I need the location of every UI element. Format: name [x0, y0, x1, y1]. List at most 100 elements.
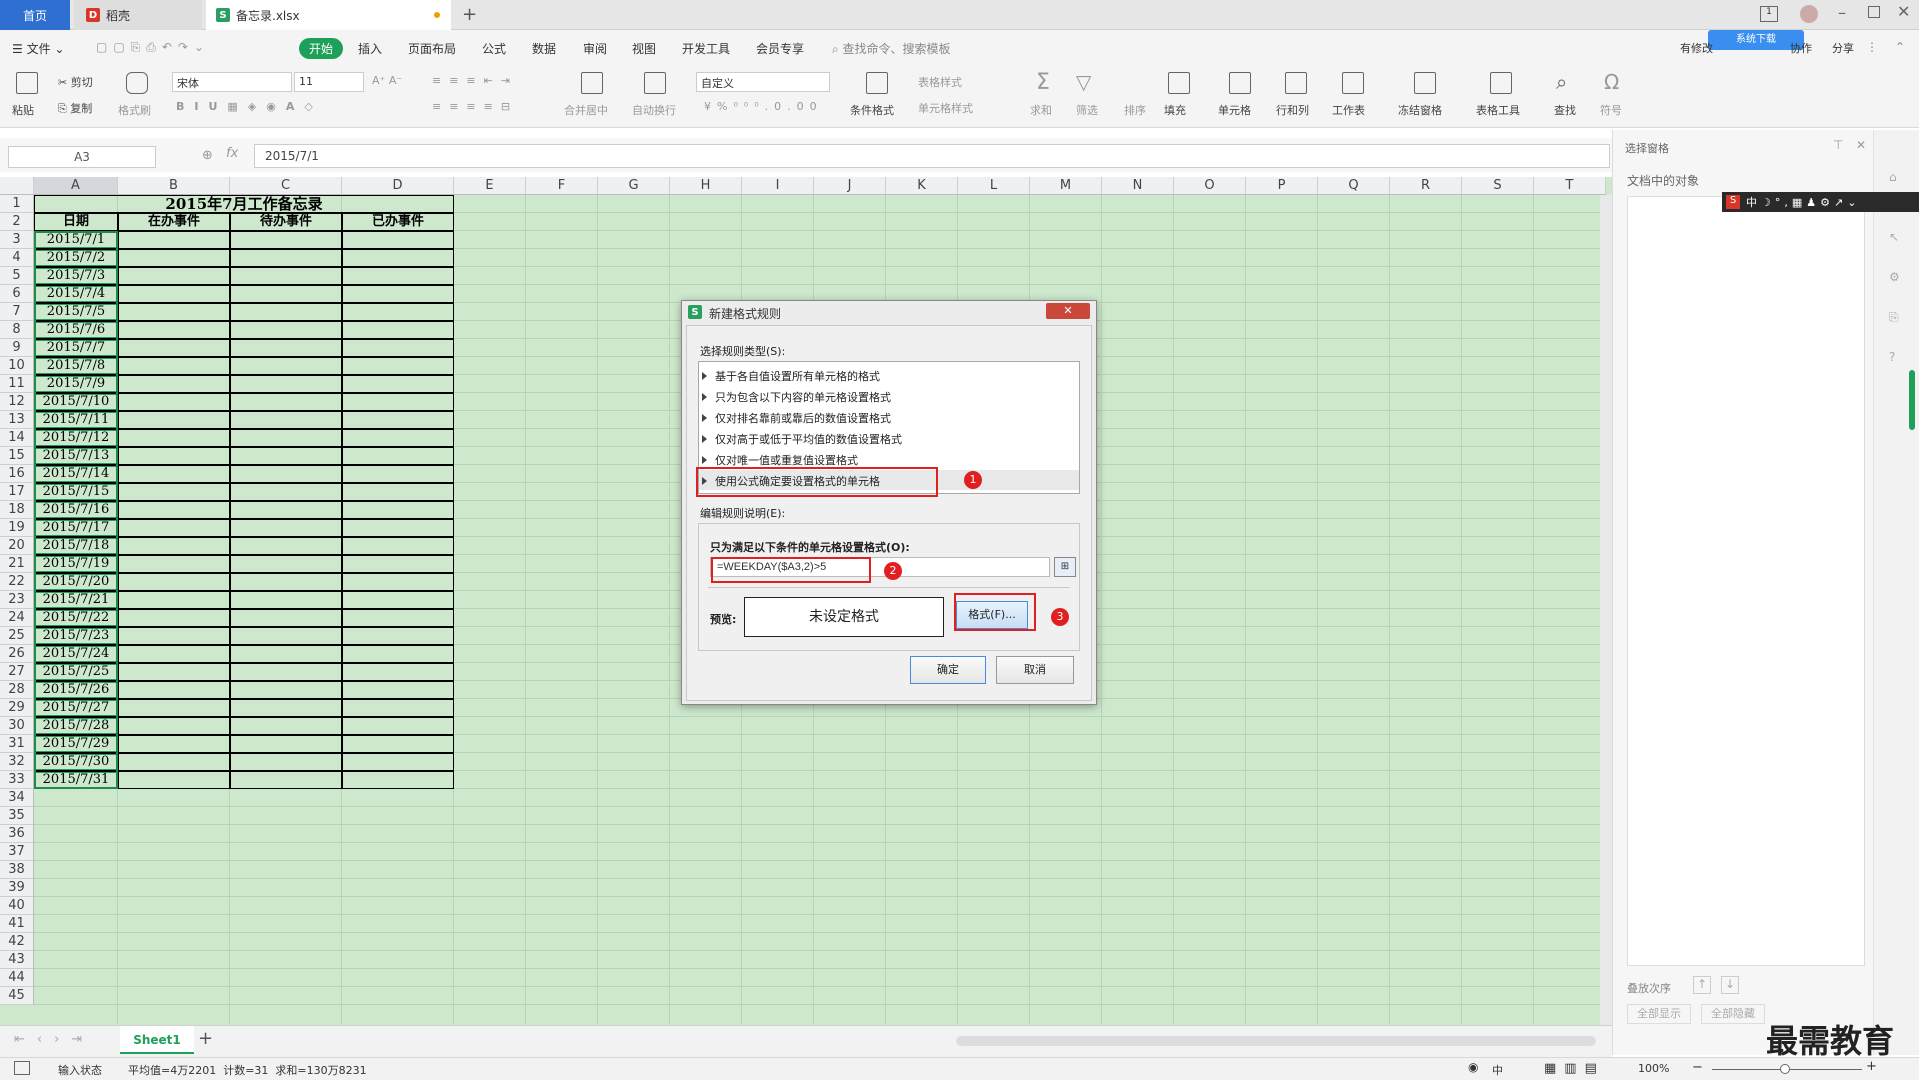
row-header-39[interactable]: 39 — [0, 879, 34, 897]
row-header-16[interactable]: 16 — [0, 465, 34, 483]
table-cell[interactable] — [342, 411, 454, 429]
table-cell[interactable] — [118, 717, 230, 735]
cond-format-button[interactable]: 条件格式 — [850, 102, 894, 118]
table-cell[interactable] — [342, 447, 454, 465]
side-share-icon[interactable]: ⎘ — [1889, 310, 1899, 325]
format-painter-icon[interactable] — [126, 72, 148, 94]
menu-page-layout[interactable]: 页面布局 — [408, 40, 456, 57]
copy-button[interactable]: ⎘ 复制 — [58, 100, 92, 116]
cond-format-icon[interactable] — [866, 72, 888, 94]
table-cell[interactable] — [230, 645, 342, 663]
align-bottom-icons[interactable]: ≡≡≡≡⊟ — [432, 100, 518, 113]
table-cell[interactable] — [230, 303, 342, 321]
name-box[interactable]: A3 — [8, 146, 156, 168]
row-header-2[interactable]: 2 — [0, 213, 34, 231]
menu-developer[interactable]: 开发工具 — [682, 40, 730, 57]
status-ime[interactable]: 中 — [1492, 1062, 1503, 1078]
row-header-18[interactable]: 18 — [0, 501, 34, 519]
table-cell[interactable] — [230, 537, 342, 555]
table-cell[interactable] — [118, 267, 230, 285]
table-cell[interactable] — [118, 375, 230, 393]
font-size-select[interactable]: 11 — [294, 72, 364, 92]
table-cell[interactable] — [342, 609, 454, 627]
font-style-icons[interactable]: BIU▦◈◉A◇ — [176, 100, 323, 113]
table-cell[interactable] — [230, 249, 342, 267]
row-header-25[interactable]: 25 — [0, 627, 34, 645]
row-header-34[interactable]: 34 — [0, 789, 34, 807]
dialog-close-icon[interactable]: ✕ — [1046, 303, 1090, 319]
row-header-3[interactable]: 3 — [0, 231, 34, 249]
table-cell[interactable] — [230, 663, 342, 681]
column-header-h[interactable]: H — [670, 177, 742, 195]
table-cell[interactable] — [342, 717, 454, 735]
row-header-40[interactable]: 40 — [0, 897, 34, 915]
table-header-cell[interactable]: 已办事件 — [342, 213, 454, 231]
rule-item-2[interactable]: 只为包含以下内容的单元格设置格式 — [702, 389, 891, 405]
menu-formula[interactable]: 公式 — [482, 40, 506, 57]
table-cell[interactable] — [342, 753, 454, 771]
table-cell[interactable] — [342, 375, 454, 393]
table-cell[interactable] — [118, 249, 230, 267]
freeze-button[interactable]: 冻结窗格 — [1398, 102, 1442, 118]
column-header-i[interactable]: I — [742, 177, 814, 195]
filter-icon[interactable]: ▽ — [1076, 70, 1091, 94]
number-format-icons[interactable]: ¥%⁰⁰⁰.0.00 — [704, 100, 823, 113]
sum-button[interactable]: 求和 — [1030, 102, 1052, 118]
fx-icon[interactable]: fx — [226, 146, 238, 161]
table-cell[interactable] — [118, 771, 230, 789]
cell-style-button[interactable]: 单元格样式 — [918, 100, 973, 116]
table-cell[interactable] — [230, 483, 342, 501]
rule-item-1[interactable]: 基于各自值设置所有单元格的格式 — [702, 368, 880, 384]
fill-button[interactable]: 填充 — [1164, 102, 1186, 118]
column-header-q[interactable]: Q — [1318, 177, 1390, 195]
cell-button[interactable]: 单元格 — [1218, 102, 1251, 118]
align-top-icons[interactable]: ≡≡≡⇤⇥ — [432, 74, 518, 87]
find-icon[interactable]: ⌕ — [1556, 70, 1567, 94]
row-header-45[interactable]: 45 — [0, 987, 34, 1005]
range-picker-icon[interactable]: ⊞ — [1054, 557, 1076, 577]
show-all-button[interactable]: 全部显示 — [1627, 1004, 1691, 1024]
wrap-button[interactable]: 自动换行 — [632, 102, 676, 118]
menu-member[interactable]: 会员专享 — [756, 40, 804, 57]
table-cell[interactable] — [230, 681, 342, 699]
table-cell[interactable] — [118, 411, 230, 429]
table-cell[interactable] — [342, 465, 454, 483]
column-header-n[interactable]: N — [1102, 177, 1174, 195]
dialog-titlebar[interactable]: S 新建格式规则 ✕ — [682, 301, 1096, 323]
table-cell[interactable] — [118, 591, 230, 609]
zoom-out-icon[interactable]: − — [1692, 1060, 1703, 1075]
column-header-g[interactable]: G — [598, 177, 670, 195]
row-header-31[interactable]: 31 — [0, 735, 34, 753]
sheet-nav-icons[interactable]: ⇤‹›⇥ — [14, 1032, 94, 1047]
menu-file[interactable]: ☰ 文件 ⌄ — [12, 40, 64, 57]
table-cell[interactable] — [342, 771, 454, 789]
tab-file[interactable]: S 备忘录.xlsx — [206, 0, 451, 30]
row-header-1[interactable]: 1 — [0, 195, 34, 213]
table-cell[interactable] — [230, 735, 342, 753]
column-header-s[interactable]: S — [1462, 177, 1534, 195]
row-header-4[interactable]: 4 — [0, 249, 34, 267]
table-cell[interactable] — [342, 267, 454, 285]
table-cell[interactable] — [118, 465, 230, 483]
table-header-cell[interactable]: 在办事件 — [118, 213, 230, 231]
zoom-fx-icon[interactable]: ⊕ — [202, 148, 213, 163]
rule-item-5[interactable]: 仅对唯一值或重复值设置格式 — [702, 452, 858, 468]
table-cell[interactable] — [342, 231, 454, 249]
side-tool-icon[interactable]: ⌂ — [1889, 170, 1897, 184]
table-cell[interactable] — [342, 573, 454, 591]
table-cell[interactable] — [230, 231, 342, 249]
row-header-36[interactable]: 36 — [0, 825, 34, 843]
zoom-slider-thumb[interactable] — [1780, 1064, 1790, 1074]
table-cell[interactable] — [230, 429, 342, 447]
vertical-scrollbar[interactable] — [1600, 195, 1612, 1025]
eye-icon[interactable]: ◉ — [1468, 1060, 1478, 1074]
table-cell[interactable] — [230, 771, 342, 789]
side-settings-icon[interactable]: ⚙ — [1889, 270, 1900, 284]
table-cell[interactable] — [342, 735, 454, 753]
avatar[interactable] — [1800, 5, 1818, 23]
row-header-14[interactable]: 14 — [0, 429, 34, 447]
cancel-button[interactable]: 取消 — [996, 656, 1074, 684]
window-mode-icon[interactable]: 1 — [1760, 6, 1778, 22]
table-cell[interactable] — [342, 429, 454, 447]
row-header-28[interactable]: 28 — [0, 681, 34, 699]
